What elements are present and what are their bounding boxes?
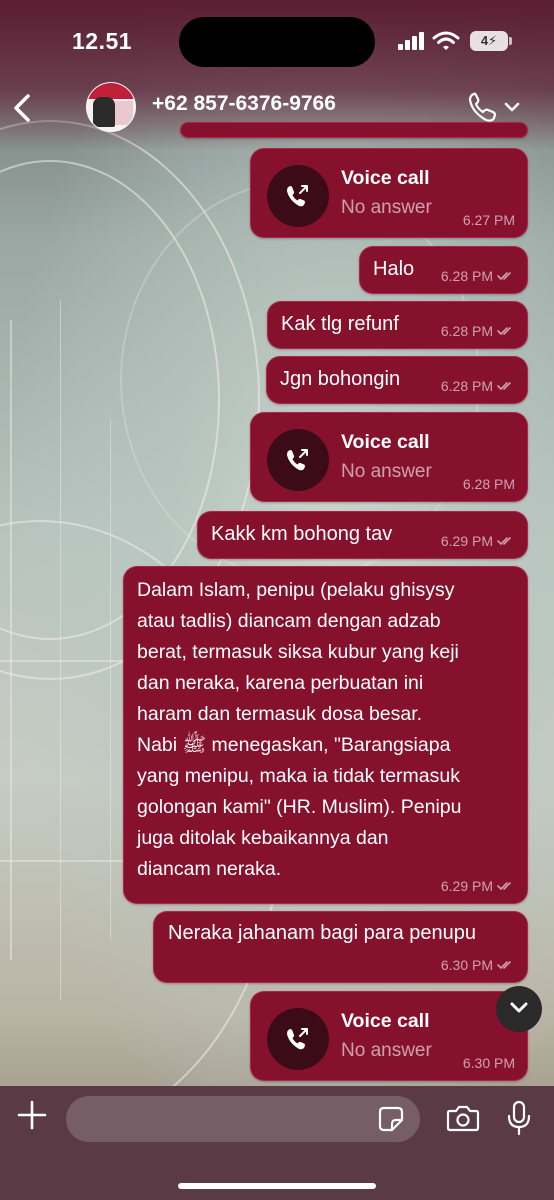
message-line: dan neraka, karena perbuatan ini	[137, 672, 424, 694]
message-bubble: Neraka jahanam bagi para penupu 6.30 PM	[153, 911, 528, 983]
message-line: Dalam Islam, penipu (pelaku ghisysy	[137, 579, 455, 601]
message-text: Jgn bohongin	[280, 368, 401, 390]
call-icon-circle	[267, 165, 329, 227]
chevron-down-icon	[510, 1002, 528, 1013]
message-line: Nabi ﷺ menegaskan, "Barangsiapa	[137, 734, 451, 756]
battery-level: 4	[480, 33, 489, 48]
call-status: No answer	[341, 197, 432, 218]
signal-icon	[398, 32, 426, 50]
message-bubble-long: Dalam Islam, penipu (pelaku ghisysy atau…	[123, 566, 528, 904]
message-line: yang menipu, maka ia tidak termasuk	[137, 765, 460, 787]
message-text: Dalam Islam, penipu (pelaku ghisysy atau…	[137, 575, 461, 885]
message-text: Kakk km bohong tav	[211, 523, 393, 545]
message-bubble: Halo 6.28 PM	[359, 246, 528, 294]
sticker-icon[interactable]	[378, 1106, 404, 1132]
message-text: Kak tlg refunf	[281, 313, 399, 335]
message-time: 6.29 PM	[440, 533, 493, 549]
message-time: 6.30 PM	[440, 957, 493, 973]
call-title: Voice call	[341, 431, 430, 453]
message-bubble: Kakk km bohong tav 6.29 PM	[197, 511, 528, 559]
chat-messages: Voice call No answer 6.27 PM Halo 6.28 P…	[0, 122, 554, 1086]
call-status: No answer	[341, 1040, 432, 1061]
wifi-icon	[432, 31, 460, 50]
message-bubble: Kak tlg refunf 6.28 PM	[267, 301, 528, 349]
outgoing-call-icon	[287, 449, 308, 471]
message-line: golongan kami" (HR. Muslim). Penipu	[137, 796, 462, 818]
call-title: Voice call	[341, 167, 430, 189]
camera-icon[interactable]	[446, 1104, 480, 1132]
call-title: Voice call	[341, 1010, 430, 1032]
message-input[interactable]	[66, 1096, 420, 1142]
message-time: 6.30 PM	[462, 1055, 515, 1071]
message-time: 6.29 PM	[440, 878, 493, 894]
message-time: 6.27 PM	[462, 212, 515, 228]
message-line: berat, termasuk siksa kubur yang keji	[137, 641, 459, 663]
microphone-icon[interactable]	[506, 1100, 532, 1136]
scroll-to-bottom-button[interactable]	[496, 986, 542, 1032]
status-bar: 12.51 4⚡	[0, 0, 554, 80]
call-icon-circle	[267, 429, 329, 491]
voice-call-bubble[interactable]: Voice call No answer 6.30 PM	[250, 991, 528, 1081]
message-time: 6.28 PM	[440, 268, 493, 284]
phone-icon[interactable]	[466, 90, 524, 124]
message-line: juga ditolak kebaikannya dan	[137, 827, 389, 849]
double-check-icon	[497, 882, 511, 891]
double-check-icon	[497, 327, 511, 336]
message-time: 6.28 PM	[462, 476, 515, 492]
call-status: No answer	[341, 461, 432, 482]
double-check-icon	[497, 272, 511, 281]
message-line: haram dan termasuk dosa besar.	[137, 703, 423, 725]
dynamic-island	[179, 17, 375, 67]
message-bubble: Jgn bohongin 6.28 PM	[266, 356, 528, 404]
battery-icon: 4⚡	[470, 31, 512, 51]
message-time: 6.28 PM	[440, 323, 493, 339]
message-line: diancam neraka.	[137, 858, 282, 880]
message-line: atau tadlis) diancam dengan adzab	[137, 610, 441, 632]
message-text: Neraka jahanam bagi para penupu	[168, 922, 476, 944]
double-check-icon	[497, 382, 511, 391]
voice-call-bubble[interactable]: Voice call No answer 6.28 PM	[250, 412, 528, 502]
home-indicator	[178, 1183, 376, 1189]
outgoing-call-icon	[287, 185, 308, 207]
chevron-left-icon[interactable]	[8, 88, 38, 128]
plus-icon[interactable]	[16, 1099, 48, 1131]
status-time: 12.51	[72, 28, 133, 54]
voice-call-bubble[interactable]: Voice call No answer 6.27 PM	[250, 148, 528, 238]
outgoing-call-icon	[287, 1028, 308, 1050]
message-text: Halo	[373, 258, 415, 280]
avatar[interactable]	[86, 82, 136, 132]
double-check-icon	[497, 537, 511, 546]
call-icon-circle	[267, 1008, 329, 1070]
contact-name[interactable]: +62 857-6376-9766	[152, 92, 336, 116]
message-time: 6.28 PM	[440, 378, 493, 394]
double-check-icon	[497, 961, 511, 970]
message-bubble-partial	[180, 122, 528, 138]
